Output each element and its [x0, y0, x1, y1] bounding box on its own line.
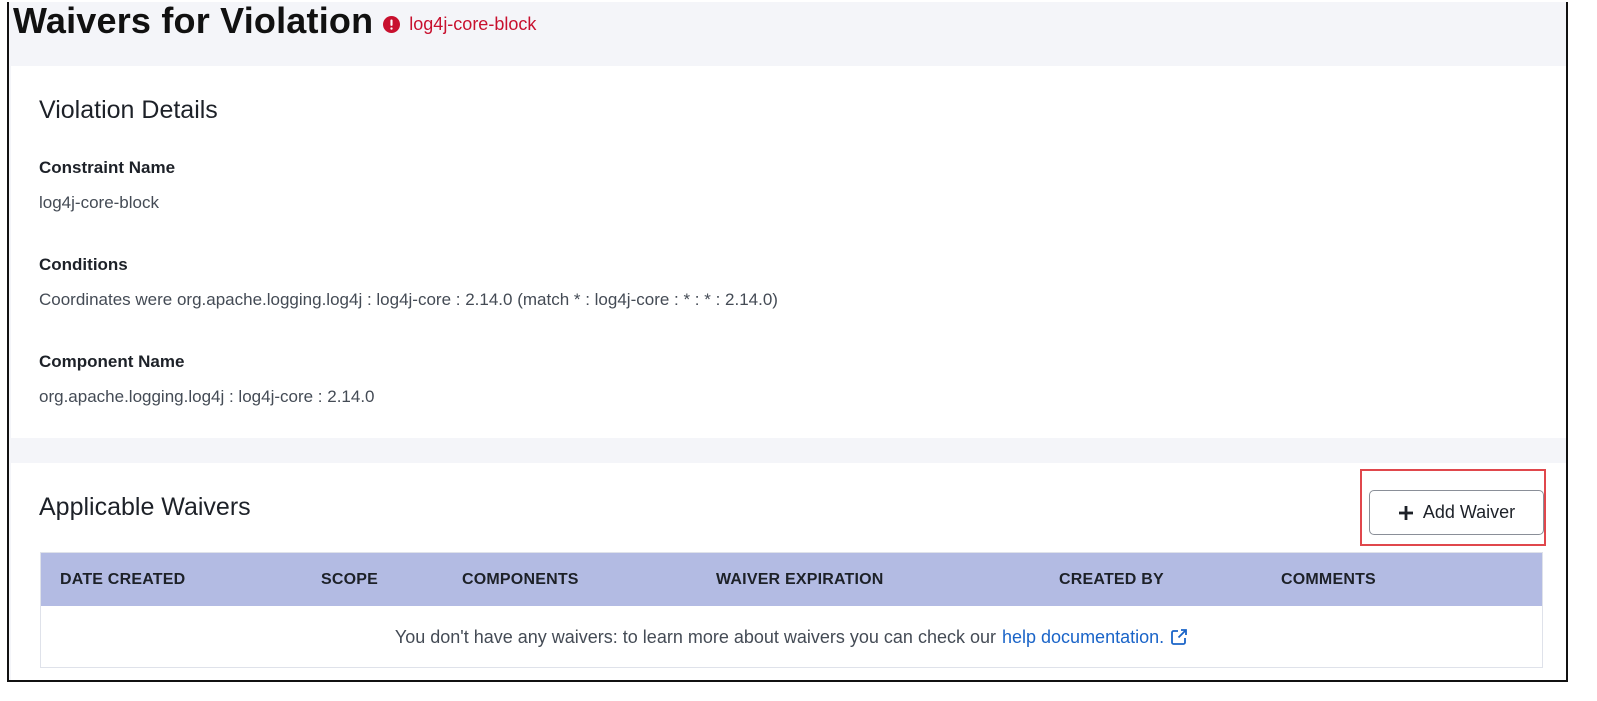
- table-header: DATE CREATED SCOPE COMPONENTS WAIVER EXP…: [41, 553, 1542, 606]
- external-link-icon: [1171, 629, 1188, 645]
- page-title: Waivers for Violation: [13, 2, 374, 41]
- empty-state-row: You don't have any waivers: to learn mor…: [41, 606, 1542, 668]
- column-date-created[interactable]: DATE CREATED: [60, 571, 185, 589]
- add-waiver-label: Add Waiver: [1422, 502, 1516, 522]
- conditions-label: Conditions: [39, 255, 128, 274]
- column-components[interactable]: COMPONENTS: [462, 571, 579, 589]
- waivers-table: DATE CREATED SCOPE COMPONENTS WAIVER EXP…: [40, 552, 1543, 668]
- applicable-waivers-title: Applicable Waivers: [39, 493, 251, 521]
- help-link-label: help documentation.: [1002, 626, 1165, 647]
- column-comments[interactable]: COMMENTS: [1281, 571, 1376, 589]
- component-name-value: org.apache.logging.log4j : log4j-core : …: [39, 387, 375, 406]
- column-waiver-expiration[interactable]: WAIVER EXPIRATION: [716, 571, 884, 589]
- violation-details-title: Violation Details: [39, 96, 218, 124]
- page-header: Waivers for Violation log4j-core-block: [9, 2, 1566, 64]
- empty-state-message: You don't have any waivers: to learn mor…: [394, 626, 996, 647]
- conditions-value: Coordinates were org.apache.logging.log4…: [39, 290, 778, 309]
- constraint-name-value: log4j-core-block: [39, 193, 159, 212]
- exclamation-circle-icon: [383, 16, 401, 33]
- component-name-label: Component Name: [39, 352, 185, 371]
- constraint-name-label: Constraint Name: [39, 158, 176, 177]
- help-documentation-link[interactable]: help documentation.: [1002, 627, 1188, 648]
- plus-icon: [1398, 505, 1413, 520]
- violation-details-card: Violation Details Constraint Name log4j-…: [11, 66, 1566, 438]
- app-frame: Waivers for Violation log4j-core-block V…: [7, 2, 1568, 682]
- violation-name: log4j-core-block: [409, 14, 537, 34]
- column-scope[interactable]: SCOPE: [321, 571, 378, 589]
- column-created-by[interactable]: CREATED BY: [1059, 571, 1164, 589]
- add-waiver-button[interactable]: Add Waiver: [1369, 490, 1544, 535]
- violation-tag: log4j-core-block: [383, 14, 536, 35]
- applicable-waivers-card: Applicable Waivers Add Waiver DATE CREAT…: [11, 463, 1566, 680]
